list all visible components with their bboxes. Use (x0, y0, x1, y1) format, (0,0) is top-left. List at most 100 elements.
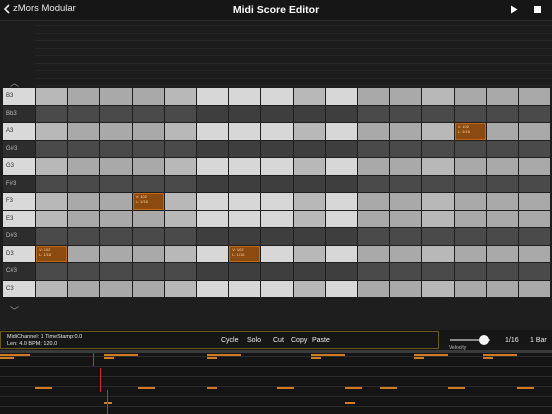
play-icon[interactable] (510, 5, 518, 14)
grid-cell[interactable] (325, 228, 357, 245)
velocity-slider-thumb[interactable] (479, 335, 489, 345)
grid-cell[interactable] (132, 210, 164, 227)
grid-cell[interactable] (519, 175, 551, 192)
cycle-button[interactable]: Cycle (221, 337, 239, 344)
grid-cell[interactable] (132, 280, 164, 297)
grid-cell[interactable] (100, 158, 132, 175)
grid-cell[interactable] (422, 158, 454, 175)
piano-key[interactable]: Bb3 (3, 105, 35, 123)
grid-cell[interactable] (229, 193, 261, 210)
grid-cell[interactable] (293, 210, 325, 227)
grid-cell[interactable] (422, 263, 454, 280)
grid-cell[interactable] (197, 263, 229, 280)
grid-cell[interactable] (68, 140, 100, 157)
grid-cell[interactable] (390, 263, 422, 280)
grid-cell[interactable] (132, 105, 164, 122)
grid-cell[interactable] (422, 123, 454, 140)
grid-cell[interactable] (325, 193, 357, 210)
grid-cell[interactable] (293, 280, 325, 297)
grid-cell[interactable] (197, 175, 229, 192)
grid-cell[interactable] (132, 158, 164, 175)
grid-cell[interactable] (164, 210, 196, 227)
copy-button[interactable]: Copy (291, 337, 307, 344)
midi-note[interactable]: V: 102 L: 1/16 (454, 123, 486, 140)
grid-cell[interactable] (486, 280, 518, 297)
grid-cell[interactable] (486, 123, 518, 140)
grid-cell[interactable] (197, 88, 229, 105)
grid-cell[interactable] (390, 245, 422, 262)
grid-cell[interactable] (486, 263, 518, 280)
grid-cell[interactable] (325, 263, 357, 280)
grid-cell[interactable] (100, 228, 132, 245)
song-overview[interactable] (0, 350, 552, 414)
grid-cell[interactable] (229, 263, 261, 280)
grid-cell[interactable] (132, 175, 164, 192)
grid-cell[interactable] (229, 228, 261, 245)
grid-cell[interactable] (132, 88, 164, 105)
grid-cell[interactable] (132, 263, 164, 280)
grid-cell[interactable] (261, 193, 293, 210)
grid-cell[interactable] (454, 175, 486, 192)
grid-cell[interactable] (36, 105, 68, 122)
grid-cell[interactable] (36, 210, 68, 227)
piano-key[interactable]: C#3 (3, 263, 35, 281)
grid-cell[interactable] (293, 105, 325, 122)
grid-cell[interactable] (454, 280, 486, 297)
solo-button[interactable]: Solo (247, 337, 261, 344)
grid-cell[interactable] (164, 263, 196, 280)
grid-cell[interactable] (132, 140, 164, 157)
grid-cell[interactable] (197, 280, 229, 297)
grid-cell[interactable] (164, 193, 196, 210)
grid-cell[interactable] (261, 263, 293, 280)
grid-cell[interactable] (390, 140, 422, 157)
grid-cell[interactable] (519, 105, 551, 122)
grid-cell[interactable] (229, 175, 261, 192)
grid-cell[interactable] (100, 280, 132, 297)
grid-cell[interactable] (486, 210, 518, 227)
grid-cell[interactable] (68, 158, 100, 175)
grid-cell[interactable] (229, 210, 261, 227)
grid-cell[interactable] (454, 193, 486, 210)
grid-cell[interactable] (486, 245, 518, 262)
grid-cell[interactable] (68, 245, 100, 262)
grid-cell[interactable] (36, 263, 68, 280)
grid-cell[interactable] (229, 158, 261, 175)
grid-cell[interactable] (390, 123, 422, 140)
grid-cell[interactable] (100, 263, 132, 280)
grid-cell[interactable] (100, 210, 132, 227)
grid-cell[interactable] (293, 88, 325, 105)
midi-note[interactable]: V: 102 L: 1/16 (132, 193, 164, 210)
grid-cell[interactable] (422, 88, 454, 105)
grid-cell[interactable] (229, 123, 261, 140)
grid-cell[interactable] (486, 228, 518, 245)
grid-cell[interactable] (422, 105, 454, 122)
scroll-down-icon[interactable]: ﹀ (10, 304, 19, 317)
grid-cell[interactable] (100, 105, 132, 122)
grid-cell[interactable] (164, 228, 196, 245)
grid-cell[interactable] (261, 123, 293, 140)
grid-cell[interactable] (36, 228, 68, 245)
piano-key[interactable]: B3 (3, 88, 35, 106)
grid-cell[interactable] (325, 280, 357, 297)
grid-cell[interactable] (325, 210, 357, 227)
grid-cell[interactable] (519, 245, 551, 262)
grid-cell[interactable] (100, 175, 132, 192)
grid-cell[interactable] (164, 140, 196, 157)
grid-cell[interactable] (261, 210, 293, 227)
grid-cell[interactable] (261, 88, 293, 105)
grid-cell[interactable] (293, 193, 325, 210)
grid-cell[interactable] (486, 193, 518, 210)
grid-cell[interactable] (325, 175, 357, 192)
grid-cell[interactable] (358, 88, 390, 105)
grid-cell[interactable] (519, 88, 551, 105)
grid-cell[interactable] (422, 280, 454, 297)
grid-cell[interactable] (358, 245, 390, 262)
grid-cell[interactable] (390, 210, 422, 227)
grid-cell[interactable] (519, 140, 551, 157)
grid-cell[interactable] (390, 105, 422, 122)
grid-cell[interactable] (519, 193, 551, 210)
grid-cell[interactable] (390, 88, 422, 105)
grid-cell[interactable] (229, 280, 261, 297)
grid-cell[interactable] (197, 123, 229, 140)
piano-key[interactable]: F3 (3, 193, 35, 211)
